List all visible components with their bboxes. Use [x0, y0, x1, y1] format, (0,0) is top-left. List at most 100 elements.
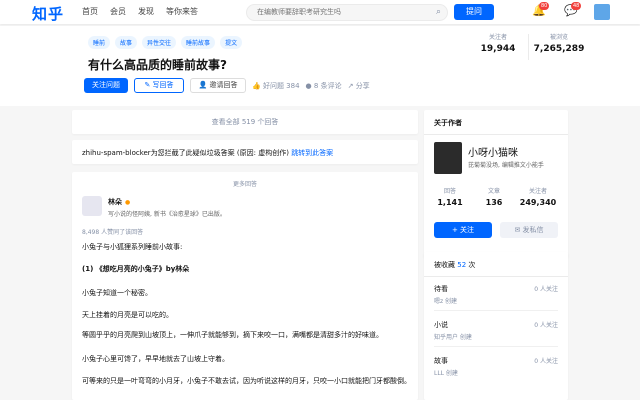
- send-message-button[interactable]: ✉ 发私信: [500, 222, 558, 238]
- stat-value: 136: [485, 198, 503, 207]
- nav-item-vip[interactable]: 会员: [110, 6, 126, 17]
- nav-item-home[interactable]: 首页: [82, 6, 98, 17]
- topic-tag[interactable]: 故事: [115, 36, 138, 49]
- question-actions: 关注问题 ✎ 写回答 👤 邀请回答 👍 好问题 384 ● 8 条评论 ↗ 分享: [84, 78, 370, 93]
- topic-tag[interactable]: 睡前故事: [181, 36, 216, 49]
- stat-answers[interactable]: 回答 1,141: [428, 186, 472, 207]
- answer-paragraph: 等圆乎乎的月亮爬到山坡顶上，一伸爪子就能够到，摘下来咬一口，满嘴都是清甜多汁的好…: [82, 331, 383, 339]
- jump-to-answer-link[interactable]: 跳转到此答案: [291, 149, 333, 157]
- follow-question-button[interactable]: 关注问题: [84, 78, 128, 93]
- about-author-name[interactable]: 小呀小猫咪: [468, 144, 518, 159]
- stat-label: 关注者: [528, 188, 547, 195]
- answer-card: 更多回答 林朵 ● 写小说的怪阿姨, 新书《治愈星球》已出版。 8,498 人赞同…: [72, 172, 418, 400]
- top-bar: 知乎 首页 会员 发现 等你来答 ⌕ 提问 🔔80 💬48: [0, 0, 640, 24]
- topic-tags: 睡前 故事 异性交往 睡前故事 提文: [88, 36, 243, 49]
- divider: [434, 310, 558, 311]
- stat-value: 249,340: [519, 198, 557, 207]
- comments-label: 8 条评论: [313, 81, 342, 90]
- collection-creator: LLL 创建: [434, 370, 458, 377]
- collections-title-prefix: 被收藏: [434, 261, 455, 269]
- send-message-label: 发私信: [522, 226, 544, 234]
- collection-followers: 0 人关注: [534, 286, 558, 293]
- collection-item[interactable]: 待看 嗯z 创建 0 人关注: [434, 284, 558, 305]
- answer-author-bio: 写小说的怪阿姨, 新书《治愈星球》已出版。: [108, 211, 226, 218]
- stat-value: 1,141: [437, 198, 463, 207]
- search-box[interactable]: ⌕: [246, 4, 448, 21]
- good-question-label: 好问题 384: [262, 81, 300, 90]
- views-count: 7,265,289: [533, 44, 585, 54]
- invite-icon: 👤: [198, 81, 208, 89]
- user-avatar[interactable]: [594, 4, 610, 20]
- notification-badge: 80: [539, 2, 550, 10]
- thumbs-up-icon: 👍: [252, 81, 261, 90]
- answer-paragraph: 天上挂着的月亮是可以吃的。: [82, 311, 173, 319]
- answer-author-name[interactable]: 林朵 ●: [108, 197, 130, 207]
- view-all-answers-link[interactable]: 查看全部 519 个回答: [72, 110, 418, 134]
- zhihu-logo[interactable]: 知乎: [32, 3, 64, 24]
- nav-item-waiting[interactable]: 等你来答: [166, 6, 198, 17]
- followers-count: 19,944: [480, 44, 516, 54]
- good-question-button[interactable]: 👍 好问题 384: [252, 81, 300, 91]
- chat-icon: ✉: [514, 226, 521, 234]
- write-answer-label: 写回答: [152, 81, 174, 89]
- search-icon[interactable]: ⌕: [436, 7, 441, 17]
- message-badge: 48: [571, 2, 582, 10]
- answer-paragraph: 小兔子知道一个秘密。: [82, 289, 152, 297]
- search-input[interactable]: [255, 7, 429, 17]
- stat-followers[interactable]: 关注者 249,340: [516, 186, 560, 207]
- invite-answer-label: 邀请回答: [209, 81, 238, 89]
- share-icon: ↗: [347, 81, 354, 90]
- followers-label: 关注者: [488, 34, 507, 41]
- ask-button[interactable]: 提问: [454, 4, 494, 20]
- collection-creator: 嗯z 创建: [434, 298, 458, 305]
- collections-title-suffix: 次: [466, 261, 476, 269]
- write-answer-button[interactable]: ✎ 写回答: [134, 78, 184, 93]
- followers-stat: 关注者 19,944: [468, 32, 528, 60]
- about-author-title: 关于作者: [434, 119, 462, 127]
- answer-paragraph: 小兔子与小狐狸系列睡前小故事:: [82, 243, 183, 251]
- agree-count: 8,498 人赞同了该回答: [82, 229, 144, 236]
- topic-tag[interactable]: 提文: [220, 36, 243, 49]
- pen-icon: ✎: [144, 81, 151, 89]
- collections-card: 被收藏 52 次 待看 嗯z 创建 0 人关注 小说 知乎用户 创建 0 人关注…: [424, 252, 568, 400]
- answer-author-avatar[interactable]: [82, 196, 102, 216]
- message-icon[interactable]: 💬 48: [564, 2, 582, 17]
- about-author-card: 关于作者 小呀小猫咪 芘菊菊没场, 编辑推文小能手 回答 1,141 文章 13…: [424, 110, 568, 258]
- more-answers-label: 更多回答: [232, 181, 257, 188]
- author-stats: 回答 1,141 文章 136 关注者 249,340: [428, 186, 560, 207]
- comments-button[interactable]: ● 8 条评论: [306, 81, 342, 91]
- divider: [424, 134, 568, 135]
- views-stat: 被浏览 7,265,289: [529, 32, 589, 60]
- collection-item[interactable]: 故事 LLL 创建 0 人关注: [434, 356, 558, 377]
- stat-label: 文章: [487, 188, 500, 195]
- question-header: 睡前 故事 异性交往 睡前故事 提文 有什么高品质的睡前故事? 关注问题 ✎ 写…: [0, 26, 640, 106]
- notification-bell-icon[interactable]: 🔔 80: [532, 2, 550, 17]
- about-author-bio: 芘菊菊没场, 编辑推文小能手: [468, 162, 544, 169]
- comment-icon: ●: [305, 81, 312, 90]
- about-author-avatar[interactable]: [434, 142, 462, 174]
- collection-followers: 0 人关注: [534, 358, 558, 365]
- collection-item[interactable]: 小说 知乎用户 创建 0 人关注: [434, 320, 558, 341]
- spam-notice-text: zhihu-spam-blocker为您拦截了此疑似垃圾答案 (原因: 虚构创作…: [82, 148, 333, 158]
- invite-answer-button[interactable]: 👤 邀请回答: [190, 78, 246, 93]
- spam-notice-message: zhihu-spam-blocker为您拦截了此疑似垃圾答案 (原因: 虚构创作…: [82, 149, 292, 157]
- views-label: 被浏览: [549, 34, 568, 41]
- answer-paragraph: 可等来的只是一叶弯弯的小月牙，小兔子不敢去试，因为听说这样的月牙，只咬一小口就能…: [82, 377, 411, 385]
- divider: [434, 346, 558, 347]
- verified-badge-icon: ●: [125, 199, 131, 206]
- answer-author-name-text: 林朵: [108, 198, 122, 206]
- follow-author-button[interactable]: + 关注: [434, 222, 492, 238]
- top-nav: 首页 会员 发现 等你来答: [82, 6, 198, 17]
- topic-tag[interactable]: 睡前: [88, 36, 111, 49]
- stat-articles[interactable]: 文章 136: [472, 186, 516, 207]
- nav-item-discover[interactable]: 发现: [138, 6, 154, 17]
- answer-paragraph: 小兔子心里可馋了，早早地就去了山坡上守着。: [82, 355, 229, 363]
- collection-followers: 0 人关注: [534, 322, 558, 329]
- topic-tag[interactable]: 异性交往: [142, 36, 177, 49]
- question-stats: 关注者 19,944 被浏览 7,265,289: [468, 32, 589, 60]
- stat-label: 回答: [443, 188, 456, 195]
- answer-paragraph: (1) 《想吃月亮的小兔子》by林朵: [82, 265, 190, 273]
- question-title: 有什么高品质的睡前故事?: [88, 58, 227, 72]
- spam-blocker-notice: zhihu-spam-blocker为您拦截了此疑似垃圾答案 (原因: 虚构创作…: [72, 140, 418, 164]
- share-button[interactable]: ↗ 分享: [348, 81, 370, 91]
